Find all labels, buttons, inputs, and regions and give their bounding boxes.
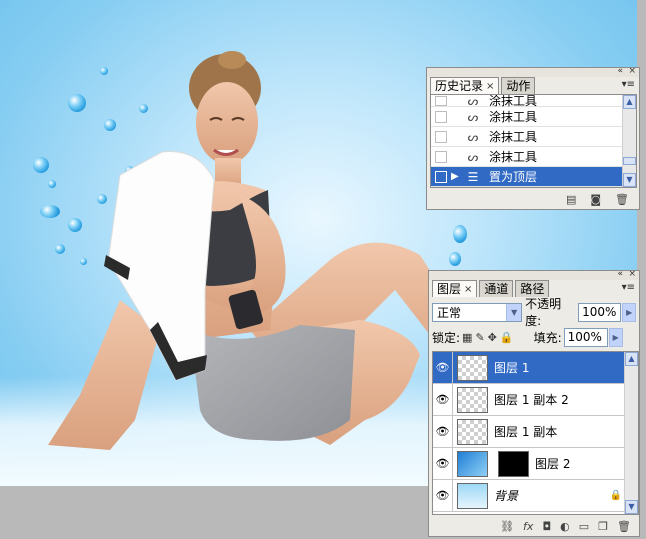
chevron-down-icon[interactable]: ▼ [506, 303, 522, 321]
eye-icon[interactable]: 👁 [433, 448, 453, 479]
fill-label: 填充: [533, 330, 562, 345]
close-icon[interactable]: × [628, 66, 636, 76]
history-item-label: 涂抹工具 [489, 150, 538, 164]
layer-name: 图层 2 [535, 457, 571, 471]
layer-thumbnail [457, 386, 488, 413]
new-group-icon[interactable]: ▭ [579, 520, 589, 533]
layer-name: 背景 [494, 489, 519, 503]
tab-label: 动作 [506, 78, 531, 93]
history-state-arrow-icon[interactable]: ▶ [451, 171, 463, 182]
opacity-input[interactable]: 100% [578, 302, 622, 322]
trash-icon[interactable]: 🗑 [615, 193, 629, 206]
bring-to-front-icon: ☰ [467, 169, 479, 184]
opacity-slider-arrow-icon[interactable]: ▶ [622, 302, 637, 322]
layer-name: 图层 1 副本 2 [494, 393, 569, 407]
fill-input[interactable]: 100% [563, 327, 608, 347]
snapshot-checkbox[interactable] [435, 110, 447, 123]
adjustment-layer-icon[interactable]: ◐ [560, 520, 570, 533]
panel-titlebar[interactable]: « × [427, 66, 639, 77]
layers-panel: « × 图层 × 通道 路径 ▾≡ 正常 ▼ 不透明度: 100% ▶ 锁定: … [428, 269, 640, 537]
smudge-tool-icon: ᔕ [467, 129, 479, 144]
snapshot-checkbox[interactable] [435, 170, 447, 183]
opacity-label: 不透明度: [525, 297, 562, 328]
new-layer-icon[interactable]: ❐ [598, 520, 608, 533]
panel-menu-icon[interactable]: ▾≡ [622, 283, 635, 293]
smudge-tool-icon: ᔕ [467, 149, 479, 164]
tab-channels[interactable]: 通道 [479, 280, 514, 297]
tab-label: 历史记录 [435, 78, 484, 93]
tab-close-icon[interactable]: × [464, 282, 472, 297]
history-item-label: 置为顶层 [489, 170, 538, 184]
layer-row[interactable]: 👁 背景 🔒 [433, 480, 638, 512]
layers-scrollbar[interactable]: ▲ ▼ [624, 352, 638, 514]
tab-history[interactable]: 历史记录 × [430, 77, 500, 94]
eye-icon[interactable]: 👁 [433, 416, 453, 447]
history-item[interactable]: ᔕ 涂抹工具 [431, 147, 636, 167]
history-list: ᔕ 涂抹工具 ᔕ 涂抹工具 ᔕ 涂抹工具 ᔕ 涂抹工具 ▶ ☰ 置为顶层 ▲ ▼ [430, 94, 637, 188]
layer-mask-thumbnail[interactable] [498, 450, 529, 477]
tab-close-icon[interactable]: × [486, 79, 494, 94]
snapshot-checkbox[interactable] [435, 150, 447, 163]
snapshot-checkbox[interactable] [435, 130, 447, 143]
scroll-down-icon[interactable]: ▼ [625, 500, 638, 514]
history-scrollbar[interactable]: ▲ ▼ [622, 95, 636, 187]
scroll-thumb[interactable] [623, 157, 636, 165]
collapse-icon[interactable]: « [617, 66, 623, 76]
history-item-label: 涂抹工具 [489, 110, 538, 124]
layer-thumbnail [457, 418, 488, 445]
panel-titlebar[interactable]: « × [429, 269, 639, 280]
new-document-from-state-icon[interactable]: ▤ [566, 193, 576, 206]
history-panel: « × 历史记录 × 动作 ▾≡ ᔕ 涂抹工具 ᔕ 涂抹工具 ᔕ 涂抹工具 ᔕ … [426, 66, 640, 210]
tab-actions[interactable]: 动作 [501, 77, 536, 94]
tab-label: 图层 [437, 281, 462, 296]
lock-position-icon[interactable]: ✥ [488, 331, 497, 344]
history-item[interactable]: ᔕ 涂抹工具 [431, 127, 636, 147]
collapse-icon[interactable]: « [617, 269, 623, 279]
tab-layers[interactable]: 图层 × [432, 280, 478, 297]
layer-thumbnail [457, 450, 488, 477]
layers-footer: ⛓ fx ◘ ◐ ▭ ❐ 🗑 [429, 516, 639, 536]
layer-thumbnail [457, 482, 488, 509]
history-item[interactable]: ᔕ 涂抹工具 [431, 95, 636, 108]
scroll-down-icon[interactable]: ▼ [623, 173, 636, 187]
new-snapshot-icon[interactable]: ◙ [590, 193, 601, 206]
layer-thumbnail [457, 354, 488, 381]
add-mask-icon[interactable]: ◘ [542, 520, 551, 533]
lock-all-icon[interactable]: 🔒 [500, 331, 514, 344]
tab-label: 通道 [484, 281, 509, 296]
blend-mode-value: 正常 [437, 305, 462, 320]
layer-row[interactable]: 👁 图层 2 [433, 448, 638, 480]
smudge-tool-icon: ᔕ [467, 109, 479, 124]
history-item-label: 涂抹工具 [489, 130, 538, 144]
lock-transparent-pixels-icon[interactable]: ▦ [462, 331, 472, 344]
history-item-selected[interactable]: ▶ ☰ 置为顶层 [431, 167, 636, 187]
eye-icon[interactable]: 👁 [433, 352, 453, 383]
layer-style-fx-icon[interactable]: fx [523, 520, 533, 533]
layer-name: 图层 1 [494, 361, 530, 375]
eye-icon[interactable]: 👁 [433, 480, 453, 511]
layer-row[interactable]: 👁 图层 1 副本 [433, 416, 638, 448]
layers-list: 👁 图层 1 👁 图层 1 副本 2 👁 图层 1 副本 👁 图层 2 👁 背景… [432, 351, 639, 515]
link-layers-icon[interactable]: ⛓ [500, 520, 514, 533]
layer-row[interactable]: 👁 图层 1 副本 2 [433, 384, 638, 416]
snapshot-checkbox[interactable] [435, 95, 447, 106]
eye-icon[interactable]: 👁 [433, 384, 453, 415]
lock-label: 锁定: [432, 330, 461, 345]
history-footer: ▤ ◙ 🗑 [427, 189, 639, 209]
layer-name: 图层 1 副本 [494, 425, 558, 439]
layer-row-selected[interactable]: 👁 图层 1 [433, 352, 638, 384]
scroll-up-icon[interactable]: ▲ [623, 95, 636, 109]
lock-image-pixels-icon[interactable]: ✎ [475, 331, 484, 344]
history-item[interactable]: ᔕ 涂抹工具 [431, 107, 636, 127]
scroll-up-icon[interactable]: ▲ [625, 352, 638, 366]
close-icon[interactable]: × [628, 269, 636, 279]
blend-mode-select[interactable]: 正常 ▼ [432, 302, 523, 322]
fill-slider-arrow-icon[interactable]: ▶ [608, 327, 623, 347]
trash-icon[interactable]: 🗑 [617, 520, 631, 533]
panel-menu-icon[interactable]: ▾≡ [622, 80, 635, 90]
lock-icon: 🔒 [609, 490, 622, 501]
